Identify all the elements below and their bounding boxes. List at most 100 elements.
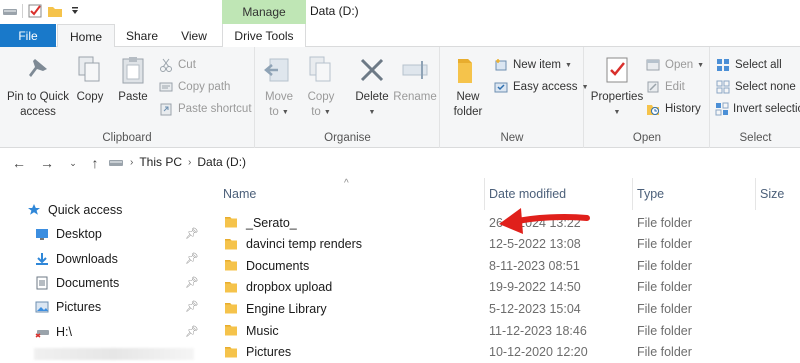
scissors-icon xyxy=(158,57,174,73)
column-header-name[interactable]: Name xyxy=(210,178,484,210)
open-button[interactable]: Open ▼ xyxy=(645,55,704,75)
dropdown-caret-icon: ▼ xyxy=(368,109,376,116)
file-type: File folder xyxy=(637,258,692,273)
copy-label: Copy xyxy=(76,91,104,103)
edit-button[interactable]: Edit xyxy=(645,77,685,97)
select-none-button[interactable]: Select none xyxy=(715,77,796,97)
nav-item-documents[interactable]: Documents 📌︎ xyxy=(34,271,205,295)
new-folder-label-line1: New xyxy=(456,91,480,103)
invert-selection-label: Invert selection xyxy=(733,103,800,115)
tab-view[interactable]: View xyxy=(170,24,218,47)
cut-button[interactable]: Cut xyxy=(158,55,196,75)
open-group-label: Open xyxy=(632,132,662,144)
folder-icon xyxy=(225,260,237,271)
new-folder-icon[interactable] xyxy=(47,3,63,19)
drive-icon[interactable] xyxy=(2,3,18,19)
properties-check-icon[interactable] xyxy=(27,3,43,19)
pin-icon[interactable]: 📌︎ xyxy=(185,252,199,266)
quick-access-toolbar xyxy=(2,3,83,19)
breadcrumb-this-pc[interactable]: This PC xyxy=(139,155,182,169)
new-item-button[interactable]: New item ▼ xyxy=(493,55,572,75)
up-arrow-icon[interactable]: ↑ xyxy=(86,154,104,172)
tab-file[interactable]: File xyxy=(0,24,56,47)
breadcrumb-data-drive[interactable]: Data (D:) xyxy=(197,155,246,169)
properties-label: Properties xyxy=(590,91,644,103)
select-all-button[interactable]: Select all xyxy=(715,55,782,75)
nav-label: Pictures xyxy=(56,300,102,314)
easy-access-button[interactable]: Easy access ▼ xyxy=(493,77,589,97)
new-group: New folder New item ▼ Easy access ▼ New xyxy=(441,47,589,148)
drive-breadcrumb-icon xyxy=(108,156,124,168)
properties-button[interactable]: Properties ▼ xyxy=(589,53,645,120)
table-row[interactable]: Pictures 10-12-2020 12:20 File folder xyxy=(210,342,800,363)
copy-icon xyxy=(73,53,107,87)
organise-group-label: Organise xyxy=(324,132,371,144)
move-to-button[interactable]: Move to ▼ xyxy=(262,53,296,120)
back-arrow-icon[interactable]: ← xyxy=(10,154,28,172)
table-row[interactable]: Documents 8-11-2023 08:51 File folder xyxy=(210,255,800,276)
open-label: Open xyxy=(665,59,694,71)
tab-drive-tools[interactable]: Drive Tools xyxy=(222,24,306,47)
blurred-nav-item xyxy=(34,348,194,360)
delete-label: Delete xyxy=(355,91,389,103)
pin-icon xyxy=(21,53,55,87)
new-group-label: New xyxy=(500,132,524,144)
paste-icon xyxy=(116,53,150,87)
file-type: File folder xyxy=(637,237,692,252)
pin-icon[interactable]: 📌︎ xyxy=(185,276,199,290)
pin-icon[interactable]: 📌︎ xyxy=(185,227,199,241)
file-date-modified: 5-12-2023 15:04 xyxy=(489,301,581,316)
breadcrumb-chevron-icon: › xyxy=(188,156,192,168)
dropdown-caret-icon: ▼ xyxy=(281,109,289,116)
new-folder-button[interactable]: New folder xyxy=(447,53,489,120)
table-row[interactable]: Engine Library 5-12-2023 15:04 File folder xyxy=(210,298,800,319)
nav-label: H:\ xyxy=(56,325,72,339)
red-arrow-annotation xyxy=(499,208,590,234)
pin-icon[interactable]: 📌︎ xyxy=(185,300,199,314)
paste-shortcut-icon xyxy=(158,101,174,117)
nav-item-downloads[interactable]: Downloads 📌︎ xyxy=(34,247,205,271)
dropdown-caret-icon: ▼ xyxy=(697,61,705,69)
folder-icon xyxy=(225,217,237,228)
folder-icon xyxy=(225,238,237,250)
recent-locations-chevron-icon[interactable]: ⌄ xyxy=(64,154,82,172)
delete-button[interactable]: Delete ▼ xyxy=(352,53,392,120)
select-none-label: Select none xyxy=(735,81,796,93)
move-to-icon xyxy=(262,53,296,87)
folder-icon xyxy=(225,325,237,336)
table-row[interactable]: dropbox upload 19-9-2022 14:50 File folder xyxy=(210,277,800,298)
nav-item-h-drive[interactable]: H:\ 📌︎ xyxy=(34,320,205,344)
easy-access-label: Easy access xyxy=(513,81,578,93)
table-row[interactable]: Music 11-12-2023 18:46 File folder xyxy=(210,320,800,341)
pin-to-quick-access-button[interactable]: Pin to Quick access xyxy=(6,53,70,120)
copy-to-button[interactable]: Copy to ▼ xyxy=(304,53,338,120)
desktop-icon xyxy=(34,226,50,242)
toolbar-divider xyxy=(22,4,23,18)
nav-item-pictures[interactable]: Pictures 📌︎ xyxy=(34,295,205,319)
paste-shortcut-button[interactable]: Paste shortcut xyxy=(158,99,252,119)
forward-arrow-icon[interactable]: → xyxy=(38,154,56,172)
column-header-size[interactable]: Size xyxy=(747,178,800,210)
breadcrumb[interactable]: › This PC › Data (D:) xyxy=(108,155,246,169)
nav-item-quick-access[interactable]: Quick access xyxy=(26,198,231,222)
nav-item-desktop[interactable]: Desktop 📌︎ xyxy=(34,222,205,246)
history-button[interactable]: History xyxy=(645,99,701,119)
tab-home[interactable]: Home xyxy=(57,24,115,48)
copy-path-button[interactable]: Copy path xyxy=(158,77,230,97)
folder-icon xyxy=(225,281,237,293)
copy-button[interactable]: Copy xyxy=(72,53,108,105)
invert-selection-button[interactable]: Invert selection xyxy=(715,99,800,119)
manage-context-tab[interactable]: Manage xyxy=(222,0,306,24)
tab-share[interactable]: Share xyxy=(116,24,168,47)
pin-icon[interactable]: 📌︎ xyxy=(185,325,199,339)
paste-button[interactable]: Paste xyxy=(114,53,152,105)
history-icon xyxy=(645,101,661,117)
nav-label: Quick access xyxy=(48,203,123,217)
select-group: Select all Select none Invert selection … xyxy=(711,47,800,148)
pin-label-line2: access xyxy=(20,106,56,118)
select-all-label: Select all xyxy=(735,59,782,71)
downloads-icon xyxy=(34,251,50,267)
column-header-type[interactable]: Type xyxy=(624,178,755,210)
customize-toolbar-icon[interactable] xyxy=(67,3,83,19)
rename-button[interactable]: Rename xyxy=(393,53,437,105)
